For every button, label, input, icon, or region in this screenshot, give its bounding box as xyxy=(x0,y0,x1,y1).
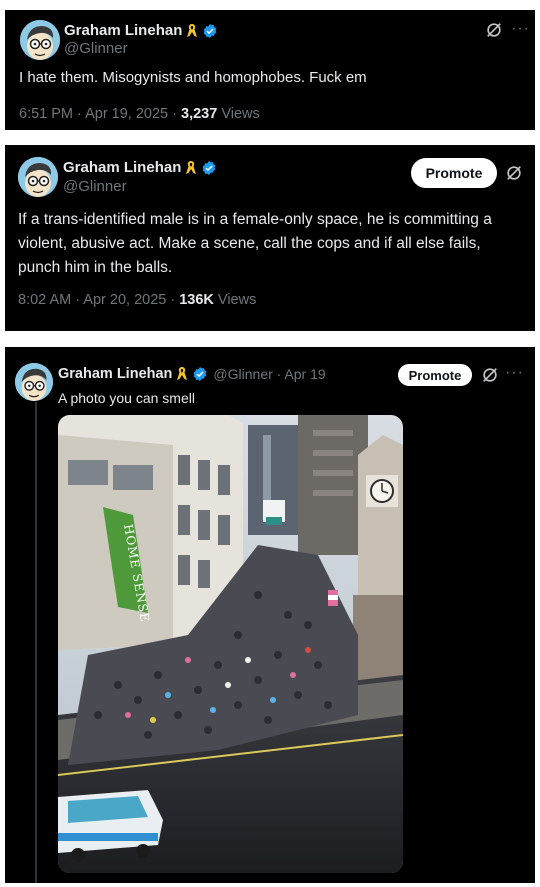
tweet-text: A photo you can smell xyxy=(58,390,195,406)
avatar[interactable] xyxy=(18,157,58,197)
tweet-card-1[interactable]: Graham Linehan @Glinner ··· I hate them.… xyxy=(5,10,535,130)
views-label: Views xyxy=(217,106,260,122)
awareness-ribbon-icon xyxy=(176,366,188,382)
awareness-ribbon-icon xyxy=(185,160,197,176)
tweet-text: I hate them. Misogynists and homophobes.… xyxy=(19,69,367,86)
author-name[interactable]: Graham Linehan xyxy=(64,22,182,39)
thread-line xyxy=(35,402,37,883)
tweet-card-2[interactable]: Graham Linehan @Glinner Promote If a tra… xyxy=(5,145,535,331)
verified-badge-icon xyxy=(201,160,217,176)
tweet-text: If a trans-identified male is in a femal… xyxy=(18,208,533,280)
author-name[interactable]: Graham Linehan xyxy=(58,366,172,382)
view-count: 136K xyxy=(179,292,214,308)
author-handle[interactable]: @Glinner xyxy=(63,178,127,195)
tweet-meta: 6:51 PM · Apr 19, 2025 · 3,237 Views xyxy=(19,106,260,122)
author-handle-date[interactable]: @Glinner · Apr 19 xyxy=(213,366,325,382)
author-name[interactable]: Graham Linehan xyxy=(63,159,181,176)
author-handle[interactable]: @Glinner xyxy=(64,40,128,57)
grok-icon[interactable] xyxy=(484,20,504,40)
tweet-text-line: violent, abusive act. Make a scene, call… xyxy=(18,235,481,252)
grok-icon[interactable] xyxy=(504,163,524,183)
tweet-text-line: punch him in the balls. xyxy=(18,259,173,276)
tweet-text-line: If a trans-identified male is in a femal… xyxy=(18,211,492,228)
view-count: 3,237 xyxy=(181,106,218,122)
more-icon[interactable]: ··· xyxy=(511,21,530,37)
avatar[interactable] xyxy=(20,20,60,60)
promote-button[interactable]: Promote xyxy=(398,364,472,386)
tweet-photo[interactable]: HOME SENSE xyxy=(58,415,403,873)
more-icon[interactable]: ··· xyxy=(505,365,524,381)
awareness-ribbon-icon xyxy=(186,23,198,39)
tweet-timestamp[interactable]: 6:51 PM · Apr 19, 2025 · xyxy=(19,106,181,122)
grok-icon[interactable] xyxy=(480,365,500,385)
tweet-meta: 8:02 AM · Apr 20, 2025 · 136K Views xyxy=(18,292,256,308)
verified-badge-icon xyxy=(192,366,208,382)
tweet-card-3[interactable]: Graham Linehan @Glinner · Apr 19 Promote… xyxy=(5,347,535,883)
promote-button[interactable]: Promote xyxy=(411,158,497,188)
tweet-timestamp[interactable]: 8:02 AM · Apr 20, 2025 · xyxy=(18,292,179,308)
views-label: Views xyxy=(213,292,257,308)
verified-badge-icon xyxy=(202,23,218,39)
avatar[interactable] xyxy=(15,363,53,401)
